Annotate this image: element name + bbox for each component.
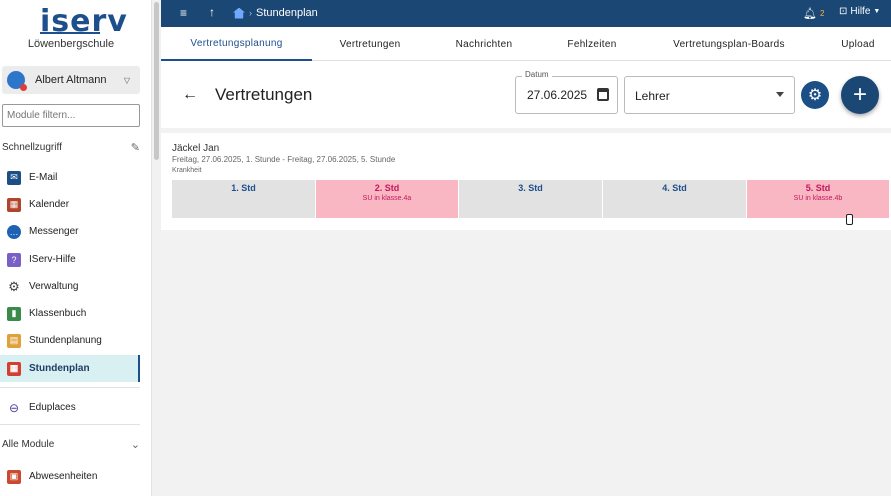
- all-modules-header[interactable]: Alle Module ⌄: [2, 438, 140, 451]
- module-filter-input[interactable]: [2, 104, 140, 127]
- quick-access-label: Schnellzugriff: [2, 142, 62, 153]
- timetable-icon: ▦: [7, 361, 21, 376]
- bell-icon: 🔔︎: [803, 8, 817, 20]
- lesson-header: 5. Std: [805, 183, 831, 193]
- sidebar-item-iserv-hilfe[interactable]: ? IServ-Hilfe: [0, 246, 140, 273]
- add-button[interactable]: +: [841, 76, 879, 114]
- teacher-name: Jäckel Jan: [172, 143, 220, 154]
- arrow-up-icon[interactable]: ↑: [209, 5, 215, 19]
- mouse-cursor: [846, 214, 853, 225]
- caret-down-icon[interactable]: [776, 92, 784, 97]
- breadcrumb-current: Stundenplan: [256, 7, 318, 19]
- tab-fehlzeiten[interactable]: Fehlzeiten: [554, 27, 630, 61]
- breadcrumb[interactable]: › Stundenplan: [233, 7, 318, 19]
- absence-reason: Krankheit: [172, 167, 202, 174]
- lesson-cell[interactable]: 1. Std: [172, 180, 315, 218]
- sidebar-item-label: E-Mail: [29, 172, 58, 183]
- notification-button[interactable]: 🔔︎ 2: [803, 7, 824, 20]
- help-label: Hilfe: [850, 6, 871, 17]
- sidebar-item-messenger[interactable]: … Messenger: [0, 218, 140, 245]
- sidebar-item-eduplaces[interactable]: ⊖ Eduplaces: [0, 394, 140, 421]
- tab-nachrichten[interactable]: Nachrichten: [438, 27, 530, 61]
- user-menu[interactable]: Albert Altmann ▽: [2, 66, 140, 94]
- edit-icon[interactable]: ✎: [131, 141, 140, 154]
- lesson-header: 2. Std: [374, 183, 400, 193]
- sidebar: iserv Löwenbergschule Albert Altmann ▽ S…: [0, 0, 152, 496]
- lesson-header: 1. Std: [231, 183, 256, 193]
- settings-button[interactable]: ⚙: [801, 81, 829, 109]
- absence-period: Freitag, 27.06.2025, 1. Stunde - Freitag…: [172, 155, 396, 164]
- sidebar-item-label: Klassenbuch: [29, 308, 87, 319]
- tab-vertretungen[interactable]: Vertretungen: [318, 27, 422, 61]
- chevron-down-icon: ⌄: [130, 439, 140, 451]
- quick-access-header: Schnellzugriff ✎: [2, 141, 140, 154]
- tab-vertretungsplan-boards[interactable]: Vertretungsplan-Boards: [659, 27, 799, 61]
- avatar: [7, 71, 27, 91]
- sidebar-item-stundenplanung[interactable]: ▤ Stundenplanung: [0, 327, 140, 354]
- lesson-cell[interactable]: 4. Std: [603, 180, 746, 218]
- separator-icon: ›: [249, 8, 252, 18]
- logo-underline: [40, 32, 100, 34]
- tab-upload[interactable]: Upload: [831, 27, 885, 61]
- home-icon: [233, 7, 245, 19]
- lesson-cell[interactable]: 3. Std: [459, 180, 602, 218]
- planning-icon: ▤: [7, 333, 21, 348]
- absence-icon: ▣: [7, 469, 21, 484]
- notification-count: 2: [819, 9, 825, 18]
- help-icon: ?: [7, 252, 21, 267]
- sidebar-item-label: Kalender: [29, 199, 70, 210]
- eduplaces-icon: ⊖: [8, 400, 20, 415]
- chevron-down-icon: ▽: [123, 75, 130, 85]
- calendar-icon: ▦: [7, 197, 21, 212]
- sidebar-scrollbar-thumb[interactable]: [154, 2, 159, 160]
- divider: [0, 387, 140, 388]
- chevron-down-icon: ▼: [873, 8, 881, 15]
- help-icon: ⊡: [839, 6, 848, 17]
- gear-icon: ⚙: [8, 278, 20, 294]
- sidebar-item-kalender[interactable]: ▦ Kalender: [0, 191, 140, 218]
- hamburger-icon[interactable]: ≡: [180, 6, 187, 20]
- page-title: Vertretungen: [215, 85, 313, 104]
- school-name: Löwenbergschule: [27, 38, 115, 50]
- sidebar-item-label: Eduplaces: [29, 402, 76, 413]
- view-select-value[interactable]: Lehrer: [635, 89, 670, 103]
- sidebar-item-label: IServ-Hilfe: [29, 254, 76, 265]
- sidebar-item-klassenbuch[interactable]: ▮ Klassenbuch: [0, 300, 140, 327]
- sidebar-item-label: Verwaltung: [29, 281, 79, 292]
- book-icon: ▮: [7, 306, 21, 321]
- sidebar-item-label: Stundenplan: [29, 363, 90, 374]
- lesson-cell[interactable]: 2. Std SU in klasse.4a: [316, 180, 458, 218]
- sidebar-item-label: Messenger: [29, 226, 79, 237]
- date-label: Datum: [522, 70, 552, 79]
- lesson-substitution: SU in klasse.4b: [793, 195, 843, 202]
- calendar-icon[interactable]: [597, 88, 609, 101]
- sidebar-item-label: Stundenplanung: [29, 335, 102, 346]
- mail-icon: ✉: [7, 170, 21, 185]
- help-menu[interactable]: ⊡ Hilfe ▼: [839, 6, 880, 17]
- chat-icon: …: [7, 224, 21, 239]
- lesson-cell[interactable]: 5. Std SU in klasse.4b: [747, 180, 889, 218]
- sidebar-item-label: Abwesenheiten: [29, 471, 98, 482]
- top-bar: ≡ ↑ › Stundenplan 🔔︎ 2 ⊡ Hilfe ▼: [161, 0, 891, 27]
- date-value[interactable]: 27.06.2025: [527, 88, 587, 102]
- gear-icon: ⚙: [807, 87, 823, 104]
- user-name: Albert Altmann: [35, 74, 107, 86]
- divider: [0, 424, 140, 425]
- sidebar-item-verwaltung[interactable]: ⚙ Verwaltung: [0, 273, 140, 300]
- back-arrow-icon[interactable]: ←: [182, 86, 198, 104]
- plus-icon: +: [852, 81, 867, 108]
- sidebar-item-stundenplan[interactable]: ▦ Stundenplan: [0, 355, 140, 382]
- lesson-header: 4. Std: [662, 183, 687, 193]
- lesson-header: 3. Std: [518, 183, 543, 193]
- sidebar-item-abwesenheiten[interactable]: ▣ Abwesenheiten: [0, 463, 140, 490]
- sidebar-item-email[interactable]: ✉ E-Mail: [0, 164, 140, 191]
- all-modules-label: Alle Module: [2, 439, 55, 450]
- tab-bar: Vertretungsplanung Vertretungen Nachrich…: [161, 27, 891, 61]
- tab-vertretungsplanung[interactable]: Vertretungsplanung: [161, 27, 312, 61]
- lesson-substitution: SU in klasse.4a: [362, 195, 412, 202]
